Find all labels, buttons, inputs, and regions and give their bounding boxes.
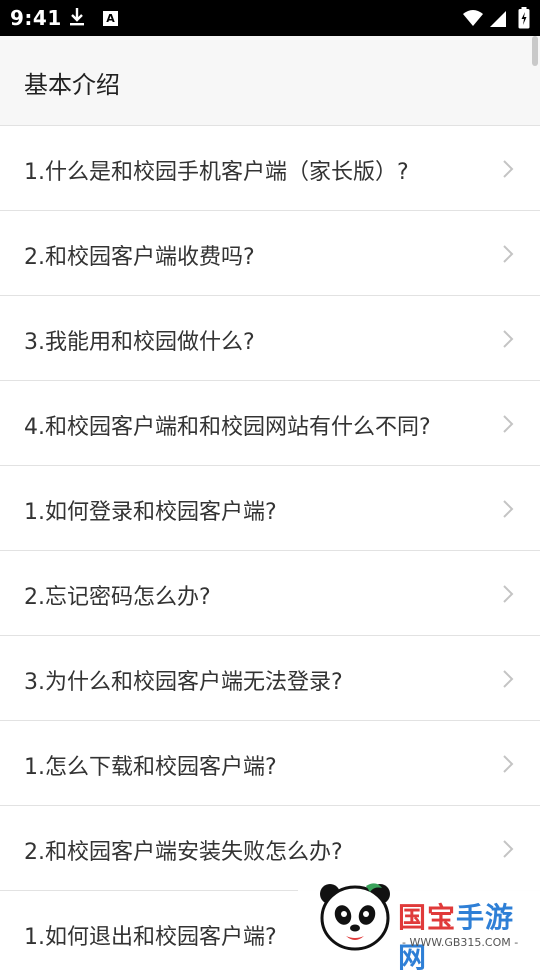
chevron-right-icon xyxy=(502,414,514,438)
scrollbar[interactable] xyxy=(532,36,538,66)
chevron-right-icon xyxy=(502,244,514,268)
status-time: 9:41 xyxy=(10,6,62,30)
a-badge-icon: A xyxy=(103,11,118,26)
chevron-right-icon xyxy=(502,754,514,778)
page-header: 基本介绍 xyxy=(0,36,540,126)
faq-item[interactable]: 1.如何登录和校园客户端? xyxy=(0,466,540,551)
faq-item[interactable]: 2.和校园客户端收费吗? xyxy=(0,211,540,296)
faq-item-label: 1.怎么下载和校园客户端? xyxy=(24,755,277,780)
faq-item[interactable]: 2.忘记密码怎么办? xyxy=(0,551,540,636)
faq-item[interactable]: 4.和校园客户端和和校园网站有什么不同? xyxy=(0,381,540,466)
chevron-right-icon xyxy=(502,669,514,693)
chevron-right-icon xyxy=(502,499,514,523)
faq-item-label: 2.和校园客户端收费吗? xyxy=(24,245,255,270)
faq-item-label: 1.如何退出和校园客户端? xyxy=(24,925,277,950)
faq-item-label: 3.为什么和校园客户端无法登录? xyxy=(24,670,343,695)
watermark-url: - WWW.GB315.COM - xyxy=(402,936,519,949)
chevron-right-icon xyxy=(502,159,514,183)
faq-item-label: 1.如何登录和校园客户端? xyxy=(24,500,277,525)
faq-item-label: 4.和校园客户端和和校园网站有什么不同? xyxy=(24,415,431,440)
faq-item-label: 1.什么是和校园手机客户端（家长版）? xyxy=(24,160,409,185)
faq-item-label: 2.忘记密码怎么办? xyxy=(24,585,211,610)
faq-item-label: 3.我能用和校园做什么? xyxy=(24,330,255,355)
chevron-right-icon xyxy=(502,329,514,353)
wifi-icon xyxy=(462,9,484,31)
faq-item[interactable]: 3.我能用和校园做什么? xyxy=(0,296,540,381)
chevron-right-icon xyxy=(502,839,514,863)
signal-icon xyxy=(488,8,508,32)
watermark-logo: 国宝手游网 - WWW.GB315.COM - xyxy=(298,870,540,974)
faq-item-label: 2.和校园客户端安装失败怎么办? xyxy=(24,840,343,865)
faq-item[interactable]: 3.为什么和校园客户端无法登录? xyxy=(0,636,540,721)
chevron-right-icon xyxy=(502,584,514,608)
panda-icon xyxy=(316,880,394,958)
faq-item[interactable]: 1.怎么下载和校园客户端? xyxy=(0,721,540,806)
page-title: 基本介绍 xyxy=(24,71,120,99)
battery-icon xyxy=(518,7,530,33)
faq-list: 1.什么是和校园手机客户端（家长版）? 2.和校园客户端收费吗? 3.我能用和校… xyxy=(0,126,540,976)
status-bar: 9:41 A xyxy=(0,0,540,36)
download-icon xyxy=(68,7,86,31)
faq-item[interactable]: 1.什么是和校园手机客户端（家长版）? xyxy=(0,126,540,211)
